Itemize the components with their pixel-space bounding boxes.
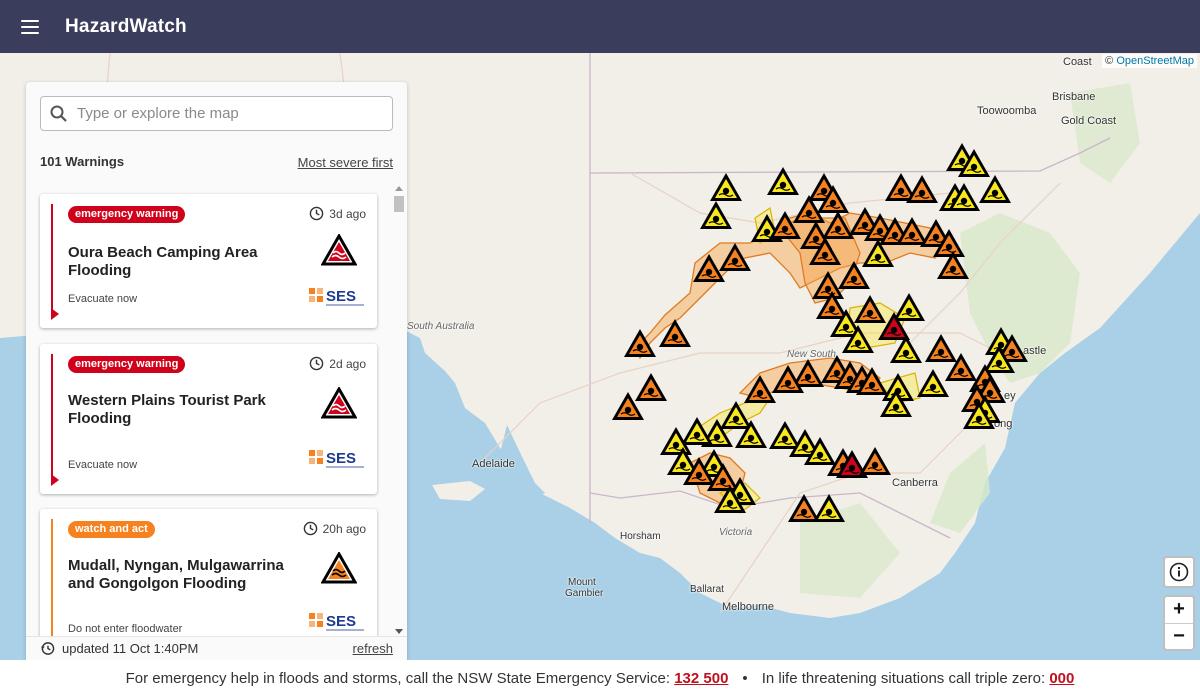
map-label-victoria: Victoria xyxy=(719,527,753,538)
hamburger-icon xyxy=(21,19,39,34)
zoom-control: + − xyxy=(1163,595,1195,651)
svg-text:SES: SES xyxy=(326,613,356,630)
search-icon xyxy=(41,97,77,130)
map-label-brisbane: Brisbane xyxy=(1052,91,1096,103)
card-action: Do not enter floodwater xyxy=(68,623,183,635)
search-input[interactable] xyxy=(77,105,377,122)
warning-marker-icon[interactable] xyxy=(768,210,802,240)
card-action: Evacuate now xyxy=(68,459,138,471)
card-age: 20h ago xyxy=(303,521,366,536)
watch-act-flood-icon xyxy=(321,552,357,584)
warning-marker-icon[interactable] xyxy=(905,174,939,204)
footer-text-2: In life threatening situations call trip… xyxy=(761,670,1046,687)
warning-marker-icon[interactable] xyxy=(841,324,875,354)
ses-logo-icon: SES xyxy=(309,450,364,468)
card-age: 3d ago xyxy=(309,206,366,221)
refresh-link[interactable]: refresh xyxy=(353,641,393,656)
map-label-south-australia: South Australia xyxy=(407,321,475,332)
warning-marker-icon[interactable] xyxy=(734,419,768,449)
attribution-prefix: © xyxy=(1105,55,1114,67)
warning-card[interactable]: watch and act 20h ago Mudall, Nyngan, Mu… xyxy=(40,509,377,636)
warning-marker-icon[interactable] xyxy=(879,388,913,418)
svg-text:SES: SES xyxy=(326,450,356,467)
info-button[interactable] xyxy=(1163,556,1195,588)
map-label-adelaide: Adelaide xyxy=(472,458,515,470)
warning-marker-icon[interactable] xyxy=(713,484,747,514)
warning-marker-icon[interactable] xyxy=(658,318,692,348)
update-status: updated 11 Oct 1:40PM refresh xyxy=(26,636,407,660)
warning-count: 101 Warnings xyxy=(40,154,125,169)
triple-zero-link[interactable]: 000 xyxy=(1049,670,1074,687)
zoom-in-button[interactable]: + xyxy=(1165,597,1193,623)
warning-list[interactable]: emergency warning 3d ago Oura Beach Camp… xyxy=(26,182,407,636)
warning-card[interactable]: emergency warning 2d ago Western Plains … xyxy=(40,344,377,494)
warning-marker-icon[interactable] xyxy=(978,174,1012,204)
scroll-up-icon[interactable] xyxy=(395,186,403,191)
osm-link[interactable]: OpenStreetMap xyxy=(1116,55,1194,67)
card-age-text: 3d ago xyxy=(329,206,366,221)
warning-marker-icon[interactable] xyxy=(699,200,733,230)
severity-badge: watch and act xyxy=(68,521,155,538)
card-title: Mudall, Nyngan, Mulgawarrina and Gongolg… xyxy=(68,557,284,592)
warning-marker-icon[interactable] xyxy=(889,334,923,364)
ses-logo-icon: SES xyxy=(309,288,364,306)
info-icon xyxy=(1169,562,1189,582)
card-age-text: 2d ago xyxy=(329,356,366,371)
map-label-coast: Coast xyxy=(1063,56,1092,68)
warning-card[interactable]: emergency warning 3d ago Oura Beach Camp… xyxy=(40,194,377,328)
card-age: 2d ago xyxy=(309,356,366,371)
clock-icon xyxy=(310,356,324,371)
clock-icon xyxy=(303,521,317,536)
ses-phone-link[interactable]: 132 500 xyxy=(674,670,728,687)
map-label-horsham: Horsham xyxy=(620,531,661,542)
menu-button[interactable] xyxy=(0,0,60,53)
warnings-panel: 101 Warnings Most severe first emergency… xyxy=(26,82,407,660)
map-label-mount: Mount xyxy=(568,577,596,588)
severity-badge: emergency warning xyxy=(68,356,186,373)
scroll-thumb[interactable] xyxy=(394,196,404,212)
warning-marker-icon[interactable] xyxy=(692,253,726,283)
warning-marker-icon[interactable] xyxy=(858,446,892,476)
warning-marker-icon[interactable] xyxy=(812,493,846,523)
map-label-melbourne: Melbourne xyxy=(722,601,774,613)
ses-logo-icon: SES xyxy=(309,613,364,631)
warning-marker-icon[interactable] xyxy=(962,400,996,430)
app-title: HazardWatch xyxy=(65,15,187,37)
warning-marker-icon[interactable] xyxy=(766,166,800,196)
severity-stripe xyxy=(51,204,59,320)
card-age-text: 20h ago xyxy=(322,521,366,536)
map-label-toowoomba: Toowoomba xyxy=(977,105,1037,117)
footer-separator: • xyxy=(742,670,748,687)
severity-stripe xyxy=(51,519,53,636)
severity-stripe xyxy=(51,354,59,486)
search-box xyxy=(40,96,393,131)
emergency-footer: For emergency help in floods and storms,… xyxy=(0,660,1200,697)
map-label-ballarat: Ballarat xyxy=(690,584,724,595)
scroll-down-icon[interactable] xyxy=(395,629,403,634)
app-header: HazardWatch xyxy=(0,0,1200,53)
svg-text:SES: SES xyxy=(326,288,356,305)
severity-badge: emergency warning xyxy=(68,206,186,223)
list-scrollbar[interactable] xyxy=(393,184,405,636)
card-title: Western Plains Tourist Park Flooding xyxy=(68,392,266,427)
warning-marker-icon[interactable] xyxy=(623,328,657,358)
map-label-gambier: Gambier xyxy=(565,588,604,599)
sort-link[interactable]: Most severe first xyxy=(298,155,393,170)
emergency-flood-icon xyxy=(321,387,357,419)
clock-icon xyxy=(310,206,324,221)
map-label-canberra: Canberra xyxy=(892,477,938,489)
card-title: Oura Beach Camping Area Flooding xyxy=(68,244,258,279)
updated-text: updated 11 Oct 1:40PM xyxy=(62,641,199,656)
warning-marker-icon[interactable] xyxy=(611,391,645,421)
emergency-flood-icon xyxy=(321,234,357,266)
map-attribution: © OpenStreetMap xyxy=(1102,54,1197,68)
map-label-gold-coast: Gold Coast xyxy=(1061,115,1117,127)
history-icon xyxy=(40,642,55,655)
zoom-out-button[interactable]: − xyxy=(1165,622,1193,650)
footer-text-1: For emergency help in floods and storms,… xyxy=(125,670,671,687)
card-action: Evacuate now xyxy=(68,293,138,305)
warning-marker-icon[interactable] xyxy=(947,182,981,212)
warning-marker-icon[interactable] xyxy=(936,250,970,280)
warning-marker-icon[interactable] xyxy=(709,172,743,202)
